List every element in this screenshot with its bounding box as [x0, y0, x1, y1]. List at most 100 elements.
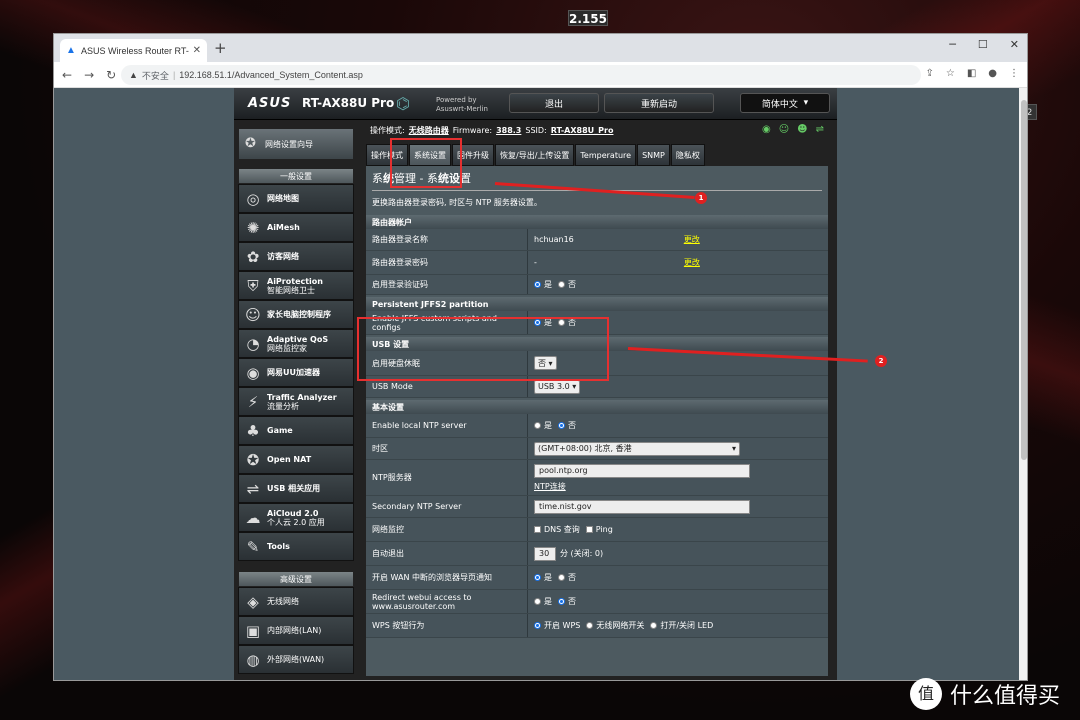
- url-field[interactable]: ▲ 不安全 | 192.168.51.1/Advanced_System_Con…: [121, 65, 921, 85]
- sidebar-item-4[interactable]: ☺ 家长电脑控制程序: [238, 300, 354, 329]
- uu-icon: ◉: [246, 363, 260, 382]
- sidebar-adv-item-0[interactable]: ◈ 无线网络: [238, 587, 354, 616]
- user-status-icon[interactable]: ☻: [797, 124, 807, 135]
- operation-mode-link[interactable]: 无线路由器: [409, 125, 449, 136]
- annotation-number-2: 2: [875, 355, 887, 367]
- minimize-icon[interactable]: ─: [949, 38, 956, 51]
- sidebar-icon[interactable]: ◧: [967, 68, 976, 79]
- watermark-logo: 值: [910, 678, 942, 710]
- close-window-icon[interactable]: ✕: [1010, 38, 1019, 51]
- ntp-link[interactable]: NTP连接: [534, 481, 566, 492]
- redirect-yes-radio[interactable]: [534, 598, 541, 605]
- sidebar-item-8[interactable]: ♣ Game: [238, 416, 354, 445]
- sidebar-item-11[interactable]: ☁ AiCloud 2.0 个人云 2.0 应用: [238, 503, 354, 532]
- nat-icon: ✪: [246, 450, 260, 469]
- redirect-no-radio[interactable]: [558, 598, 565, 605]
- login-password-value: -: [534, 258, 537, 267]
- close-tab-icon[interactable]: ✕: [193, 45, 201, 56]
- wifi-status-icon[interactable]: ◉: [762, 124, 771, 135]
- auto-logout-input[interactable]: 30: [534, 546, 556, 561]
- insecure-label: 不安全: [141, 70, 169, 81]
- tab-5[interactable]: SNMP: [637, 144, 670, 166]
- reload-icon[interactable]: ↻: [106, 68, 116, 82]
- warning-icon: ▲: [129, 70, 138, 80]
- top-banner: ASUS RT-AX88U Pro ⌬ Powered by Asuswrt-Me…: [234, 88, 837, 120]
- share-icon[interactable]: ⇪: [925, 68, 933, 79]
- wifi-icon: ◈: [247, 592, 259, 611]
- system-settings-panel: 系统管理 - 系统设置 更换路由器登录密码, 时区与 NTP 服务器设置。 路由…: [366, 166, 828, 676]
- watermark: 值 什么值得买: [910, 678, 1060, 710]
- usb-status-icon[interactable]: ⇌: [816, 124, 824, 135]
- maximize-icon[interactable]: ☐: [978, 38, 988, 51]
- ping-checkbox[interactable]: [585, 526, 593, 533]
- sidebar-item-12[interactable]: ✎ Tools: [238, 532, 354, 561]
- back-icon[interactable]: ←: [62, 68, 72, 82]
- login-name-value: hchuan16: [534, 235, 574, 244]
- modify-password-link[interactable]: 更改: [684, 257, 700, 268]
- scrollbar-thumb[interactable]: [1021, 100, 1027, 460]
- map-icon: ◎: [246, 189, 260, 208]
- sidebar-item-3[interactable]: ⛨ AiProtection 智能网络卫士: [238, 271, 354, 300]
- wps-led-radio[interactable]: [650, 622, 658, 629]
- page-description: 更换路由器登录密码, 时区与 NTP 服务器设置。: [372, 197, 542, 207]
- menu-icon[interactable]: ⋮: [1009, 68, 1019, 79]
- modify-name-link[interactable]: 更改: [684, 234, 700, 245]
- tab-4[interactable]: Temperature: [575, 144, 637, 166]
- ssid-link[interactable]: RT-AX88U_Pro: [551, 126, 614, 135]
- reboot-button[interactable]: 重新启动: [604, 93, 714, 113]
- nav-buttons: ← → ↻: [62, 68, 116, 82]
- cloud-icon: ☁: [245, 508, 261, 527]
- local-ntp-no-radio[interactable]: [558, 422, 565, 429]
- sidebar-item-2[interactable]: ✿ 访客网络: [238, 242, 354, 271]
- tab-6[interactable]: 隐私权: [670, 144, 705, 166]
- dns-query-checkbox[interactable]: [534, 526, 541, 533]
- asus-logo: ASUS: [248, 96, 292, 111]
- secondary-ntp-input[interactable]: time.nist.gov: [534, 499, 750, 514]
- sidebar-adv-item-2[interactable]: ◍ 外部网络(WAN): [238, 645, 354, 674]
- local-ntp-row: Enable local NTP server 是 否: [366, 414, 828, 438]
- annotation-box-2: [357, 317, 609, 381]
- firmware-link[interactable]: 388.3: [496, 126, 521, 135]
- sidebar-item-5[interactable]: ◔ Adaptive QoS 网络监控家: [238, 329, 354, 358]
- page-viewport: ASUS RT-AX88U Pro ⌬ Powered by Asuswrt-Me…: [54, 88, 1027, 680]
- scrollbar[interactable]: [1019, 88, 1027, 680]
- sidebar-item-6[interactable]: ◉ 网易UU加速器: [238, 358, 354, 387]
- family-icon: ☺: [245, 305, 261, 324]
- profile-icon[interactable]: ●: [988, 68, 997, 79]
- login-password-row: 路由器登录密码 - 更改: [366, 251, 828, 275]
- clients-status-icon[interactable]: ☺: [779, 124, 789, 135]
- logout-button[interactable]: 退出: [509, 93, 599, 113]
- wizard-icon: ✪: [245, 136, 256, 151]
- new-tab-icon[interactable]: +: [214, 40, 227, 56]
- captcha-no-radio[interactable]: [558, 281, 565, 288]
- usb-mode-select[interactable]: USB 3.0 ▾: [534, 379, 581, 394]
- local-ntp-yes-radio[interactable]: [534, 422, 541, 429]
- sidebar-item-10[interactable]: ⇌ USB 相关应用: [238, 474, 354, 503]
- network-monitor-row: 网络监控 DNS 查询 Ping: [366, 518, 828, 542]
- wan-notify-yes-radio[interactable]: [534, 574, 541, 581]
- bookmark-icon[interactable]: ☆: [946, 68, 955, 79]
- status-icons: ◉ ☺ ☻ ⇌: [762, 124, 824, 135]
- left-navigation: ✪ 网络设置向导 一般设置 ◎ 网络地图 ✺ AiMesh ✿ 访客网络 ⛨ AiProtec…: [238, 128, 354, 674]
- quick-setup-button[interactable]: ✪ 网络设置向导: [238, 128, 354, 160]
- sidebar-item-1[interactable]: ✺ AiMesh: [238, 213, 354, 242]
- forward-icon[interactable]: →: [84, 68, 94, 82]
- sidebar-item-9[interactable]: ✪ Open NAT: [238, 445, 354, 474]
- captcha-yes-radio[interactable]: [534, 281, 541, 288]
- tab-3[interactable]: 恢复/导出/上传设置: [495, 144, 575, 166]
- sidebar-adv-item-1[interactable]: ▣ 内部网络(LAN): [238, 616, 354, 645]
- ntp-server-input[interactable]: pool.ntp.org: [534, 463, 750, 478]
- browser-tab[interactable]: ▲ ASUS Wireless Router RT-AX88 ✕: [60, 39, 207, 62]
- sidebar-item-7[interactable]: ⚡ Traffic Analyzer 流量分析: [238, 387, 354, 416]
- language-select[interactable]: 简体中文 ▾: [740, 93, 830, 113]
- advanced-settings-header: 高级设置: [238, 571, 354, 587]
- usb-icon: ⇌: [246, 479, 260, 498]
- tools-icon: ✎: [246, 537, 260, 556]
- status-line: 操作模式: 无线路由器 Firmware: 388.3 SSID: RT-AX8…: [370, 124, 824, 136]
- section-router-account: 路由器帐户: [366, 215, 828, 229]
- wps-enable-radio[interactable]: [534, 622, 541, 629]
- wan-notify-no-radio[interactable]: [558, 574, 565, 581]
- timezone-select[interactable]: (GMT+08:00) 北京, 香港 ▾: [534, 441, 740, 456]
- sidebar-item-0[interactable]: ◎ 网络地图: [238, 184, 354, 213]
- wps-wifi-toggle-radio[interactable]: [586, 622, 594, 629]
